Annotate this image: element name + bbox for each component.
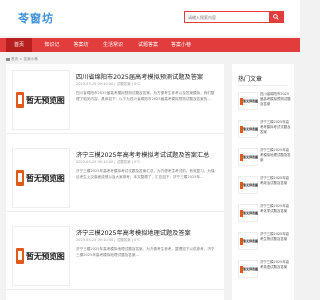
sidebar-item[interactable]: 暂无预览图 济宁三模2025年高考考模拟考试试题及答案 xyxy=(238,120,292,140)
home-icon xyxy=(6,57,10,61)
sidebar-item[interactable]: 暂无预览图 济宁三模2025年高考模拟地理试题及答案 xyxy=(238,148,292,168)
placeholder-label: 暂无预览图 xyxy=(26,252,65,261)
sidebar-hot-articles: 热门文章 暂无预览图 四川省绵阳市2025届高考模拟预测试题及答案 暂无预览图 … xyxy=(232,64,294,300)
article-meta: 2023-03-25 09:10:00 | 试题答案 | 0℃ xyxy=(76,160,141,164)
phone-icon xyxy=(16,92,24,108)
site-logo[interactable]: 苓窗坊 xyxy=(18,10,54,26)
nav-item-life-tips[interactable]: 生活常识 xyxy=(98,38,128,52)
article-excerpt: 济宁三模2025年高考考模拟考试试题及答案汇总，为方便考生考试前，有效复习，为保… xyxy=(76,169,215,179)
search-icon xyxy=(273,14,279,20)
phone-icon xyxy=(16,248,24,264)
article-item[interactable]: 暂无预览图 济宁三模2025年高考模拟地理试题及答案 2023-03-25 09… xyxy=(6,220,224,290)
sidebar-thumbnail[interactable]: 暂无预览图 xyxy=(238,148,258,166)
article-meta: 2023-03-25 09:10:00 | 试题答案 | 0℃ xyxy=(76,82,141,86)
breadcrumb-text[interactable]: 首页 > 答案小巷 xyxy=(11,57,38,61)
sidebar-thumbnail[interactable]: 暂无预览图 xyxy=(238,176,258,194)
sidebar-thumbnail[interactable]: 暂无预览图 xyxy=(238,92,258,110)
nav-item-knowledge[interactable]: 知识记 xyxy=(38,38,66,52)
sidebar-item-title[interactable]: 济宁三模2025年高考政治试题及答案 xyxy=(260,176,292,186)
nav-item-exam-answers[interactable]: 试题答案 xyxy=(134,38,162,52)
article-thumbnail[interactable]: 暂无预览图 xyxy=(12,226,70,286)
sidebar-item-title[interactable]: 济宁三模2025年高考化学试题及答案 xyxy=(260,204,292,214)
placeholder-label: 暂无预览图 xyxy=(26,174,65,183)
sidebar-item-title[interactable]: 四川省绵阳市2025届高考模拟预测试题及答案 xyxy=(260,92,292,107)
sidebar-item-title[interactable]: 济宁三模2025年高考模拟地理试题及答案 xyxy=(260,148,292,163)
nav-item-answer-lane[interactable]: 答案小巷 xyxy=(166,38,196,52)
article-title[interactable]: 济宁三模2025年高考模拟地理试题及答案 xyxy=(76,228,191,237)
sidebar-item-title[interactable]: 济宁三模2025年高考英语试题及答案 xyxy=(260,260,292,270)
sidebar-item[interactable]: 暂无预览图 四川省绵阳市2025届高考模拟预测试题及答案 xyxy=(238,92,292,112)
article-excerpt: 四川省绵阳市2025届高考模拟预测试题及答案，为方便考生参考以及答案模拟，我们整… xyxy=(76,91,215,101)
sidebar-item[interactable]: 暂无预览图 济宁三模2025年高考英语试题及答案 xyxy=(238,260,292,280)
sidebar-title: 热门文章 xyxy=(238,76,263,83)
sidebar-item-title[interactable]: 济宁三模2025年高考考模拟考试试题及答案 xyxy=(260,120,292,135)
sidebar-thumbnail[interactable]: 暂无预览图 xyxy=(238,232,258,250)
sidebar-item[interactable]: 暂无预览图 济宁三模2025年高考政治试题及答案 xyxy=(238,176,292,196)
placeholder-label: 暂无预览图 xyxy=(243,99,259,103)
placeholder-label: 暂无预览图 xyxy=(243,155,259,159)
article-meta: 2023-03-25 09:10:00 | 试题答案 | 0℃ xyxy=(76,238,141,242)
sidebar-item[interactable]: 暂无预览图 济宁三模2025年高考生物试题及答案 xyxy=(238,232,292,252)
sidebar-thumbnail[interactable]: 暂无预览图 xyxy=(238,120,258,138)
placeholder-label: 暂无预览图 xyxy=(243,267,259,271)
article-title[interactable]: 四川省绵阳市2025届高考模拟预测试题及答案 xyxy=(76,72,203,81)
article-item[interactable]: 暂无预览图 四川省绵阳市2025届高考模拟预测试题及答案 2023-03-25 … xyxy=(6,64,224,134)
top-header: 苓窗坊 xyxy=(0,0,300,36)
placeholder-label: 暂无预览图 xyxy=(243,183,259,187)
search-input[interactable] xyxy=(185,12,267,22)
sidebar-item-title[interactable]: 济宁三模2025年高考生物试题及答案 xyxy=(260,232,292,242)
divider xyxy=(238,85,288,86)
breadcrumb: 首页 > 答案小巷 xyxy=(6,57,38,62)
sidebar-thumbnail[interactable]: 暂无预览图 xyxy=(238,260,258,278)
article-list: 暂无预览图 四川省绵阳市2025届高考模拟预测试题及答案 2023-03-25 … xyxy=(6,64,224,300)
article-thumbnail[interactable]: 暂无预览图 xyxy=(12,70,70,130)
article-item[interactable]: 暂无预览图 济宁三模2025年高考考模拟考试试题及答案汇总 2023-03-25… xyxy=(6,142,224,212)
phone-icon xyxy=(16,170,24,186)
search-box xyxy=(184,11,284,23)
placeholder-label: 暂无预览图 xyxy=(243,211,259,215)
sidebar-thumbnail[interactable]: 暂无预览图 xyxy=(238,204,258,222)
placeholder-label: 暂无预览图 xyxy=(26,96,65,105)
placeholder-label: 暂无预览图 xyxy=(243,127,259,131)
placeholder-label: 暂无预览图 xyxy=(243,239,259,243)
article-title[interactable]: 济宁三模2025年高考考模拟考试试题及答案汇总 xyxy=(76,150,209,159)
article-thumbnail[interactable]: 暂无预览图 xyxy=(12,148,70,208)
article-excerpt: 济宁三模2025年高考模拟地理试题及答案，为方便考生参考，整理如下以供参考，济宁… xyxy=(76,247,215,257)
sidebar-item[interactable]: 暂无预览图 济宁三模2025年高考化学试题及答案 xyxy=(238,204,292,224)
search-button[interactable] xyxy=(269,12,283,22)
nav-item-home[interactable]: 首页 xyxy=(6,38,32,52)
main-nav: 首页 知识记 答案坊 生活常识 试题答案 答案小巷 xyxy=(0,38,300,52)
nav-item-answers[interactable]: 答案坊 xyxy=(68,38,94,52)
